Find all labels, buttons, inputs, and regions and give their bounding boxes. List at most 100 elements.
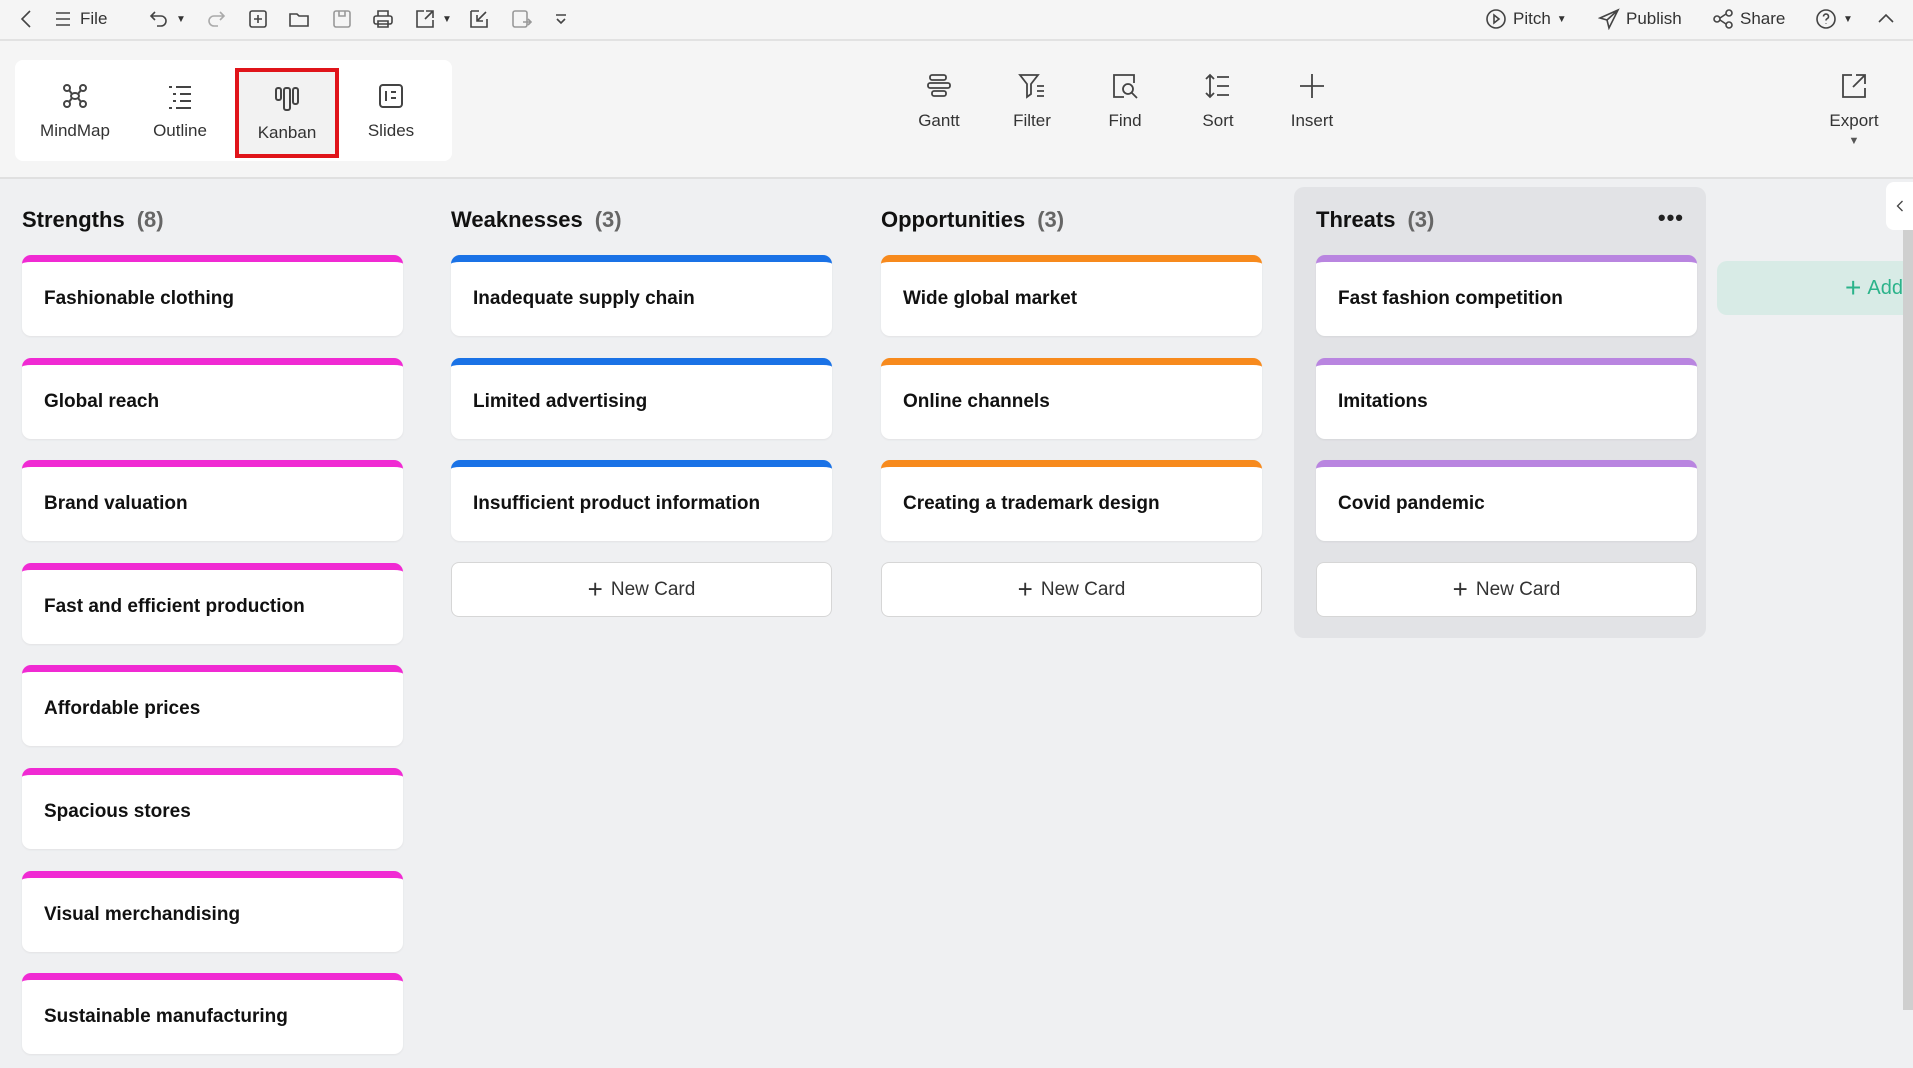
card-title: Covid pandemic [1338, 493, 1485, 515]
save-as-icon [512, 10, 532, 28]
more-tools-button[interactable] [550, 8, 572, 30]
new-card-button[interactable]: + New Card [1316, 562, 1697, 617]
kanban-card[interactable]: Inadequate supply chain [451, 255, 832, 336]
card-title: Wide global market [903, 288, 1078, 309]
column-header: Threats (3) [1316, 207, 1434, 233]
kanban-card[interactable]: Visual merchandising [22, 870, 403, 952]
card-title: Visual merchandising [44, 903, 241, 925]
view-label: Kanban [257, 123, 317, 142]
ribbon: MindMap Outline Kanban Slides Gantt Filt… [0, 41, 1913, 179]
kanban-card[interactable]: Fashionable clothing [22, 255, 403, 336]
column-count: (8) [136, 207, 164, 232]
sort-button[interactable]: Sort [1178, 71, 1258, 131]
card-title: Affordable prices [44, 698, 201, 720]
kanban-card[interactable]: Wide global market [881, 255, 1262, 336]
open-button[interactable] [288, 8, 310, 30]
import-button[interactable] [468, 8, 490, 30]
kanban-card[interactable]: Sustainable manufacturing [22, 973, 403, 1055]
insert-button[interactable]: Insert [1272, 71, 1352, 131]
kanban-card[interactable]: Affordable prices [22, 665, 403, 747]
gantt-button[interactable]: Gantt [899, 71, 979, 131]
new-card-label: New Card [1475, 578, 1561, 600]
add-column-label: Add [1867, 276, 1903, 299]
kanban-icon [275, 87, 299, 111]
mindmap-icon [63, 83, 87, 108]
column-count: (3) [594, 207, 622, 232]
slides-icon [379, 83, 403, 108]
card-title: Insufficient product information [473, 493, 761, 515]
top-bar: File ▼ ▼ Pitch ▼ Publish Share ▼ [0, 0, 1913, 41]
column-count: (3) [1037, 207, 1065, 232]
chevron-up-icon [1878, 13, 1894, 23]
share-out-icon [416, 10, 434, 28]
kanban-card[interactable]: Fast fashion competition [1316, 255, 1697, 336]
back-button[interactable] [16, 8, 38, 30]
plus-icon: + [1845, 272, 1862, 303]
sort-icon [1205, 73, 1229, 99]
kanban-card[interactable]: Fast and efficient production [22, 562, 403, 644]
new-button[interactable] [247, 8, 269, 30]
filter-icon [1018, 74, 1044, 99]
side-panel-toggle[interactable] [1886, 182, 1913, 230]
kanban-card[interactable]: Creating a trademark design [881, 460, 1262, 542]
view-kanban[interactable]: Kanban [235, 68, 339, 158]
new-card-button[interactable]: + New Card [881, 562, 1262, 617]
export-icon [1842, 74, 1866, 98]
help-icon [1816, 9, 1836, 29]
scrollbar[interactable] [1903, 230, 1913, 1010]
kanban-card[interactable]: Limited advertising [451, 357, 832, 439]
view-slides[interactable]: Slides [339, 60, 443, 161]
kanban-card[interactable]: Brand valuation [22, 460, 403, 542]
export-button[interactable]: Export ▼ [1814, 71, 1894, 147]
column-title: Threats [1316, 207, 1396, 232]
file-menu[interactable]: File [52, 8, 107, 30]
tool-label: Insert [1290, 111, 1334, 130]
new-card-label: New Card [1040, 578, 1126, 600]
play-circle-icon [1486, 9, 1506, 29]
kanban-card[interactable]: Online channels [881, 357, 1262, 439]
save-button[interactable] [331, 8, 353, 30]
new-card-button[interactable]: + New Card [451, 562, 832, 617]
publish-button[interactable]: Publish [1598, 8, 1682, 30]
filter-button[interactable]: Filter [992, 71, 1072, 131]
kanban-card[interactable]: Covid pandemic [1316, 460, 1697, 542]
pitch-button[interactable]: Pitch ▼ [1485, 8, 1567, 30]
redo-button[interactable] [205, 8, 227, 30]
help-button[interactable]: ▼ [1815, 8, 1853, 30]
caret-down-icon: ▼ [1848, 135, 1860, 147]
kanban-card[interactable]: Insufficient product information [451, 460, 832, 542]
export-quick-button[interactable]: ▼ [414, 8, 452, 30]
view-switcher: MindMap Outline Kanban Slides [15, 60, 452, 161]
add-column-button[interactable]: + Add [1717, 261, 1913, 315]
file-label: File [80, 9, 108, 28]
view-outline[interactable]: Outline [128, 60, 232, 161]
menu-icon [56, 12, 70, 26]
folder-icon [289, 13, 309, 27]
undo-button[interactable]: ▼ [148, 8, 186, 30]
plus-icon: + [587, 574, 603, 604]
column-title: Weaknesses [451, 207, 583, 232]
collapse-ribbon-button[interactable] [1875, 8, 1897, 30]
redo-icon [208, 11, 226, 27]
card-title: Online channels [903, 390, 1050, 412]
print-button[interactable] [372, 8, 394, 30]
view-mindmap[interactable]: MindMap [23, 60, 127, 161]
find-button[interactable]: Find [1085, 71, 1165, 131]
kanban-card[interactable]: Spacious stores [22, 768, 403, 849]
kanban-card[interactable]: Imitations [1316, 357, 1697, 439]
share-button[interactable]: Share [1712, 8, 1785, 30]
chevron-left-icon [20, 10, 31, 28]
card-title: Fast fashion competition [1338, 288, 1563, 309]
share-icon [1713, 9, 1733, 29]
column-title: Opportunities [881, 207, 1026, 232]
column-header: Strengths (8) [22, 207, 164, 233]
column-more-icon[interactable]: ••• [1658, 205, 1684, 231]
card-title: Sustainable manufacturing [44, 1006, 288, 1028]
save-as-button[interactable] [510, 8, 532, 30]
undo-icon [149, 11, 167, 27]
card-title: Fast and efficient production [44, 595, 305, 617]
card-title: Limited advertising [473, 390, 648, 412]
plus-icon: + [1452, 574, 1468, 604]
import-icon [470, 10, 488, 28]
kanban-card[interactable]: Global reach [22, 357, 403, 439]
